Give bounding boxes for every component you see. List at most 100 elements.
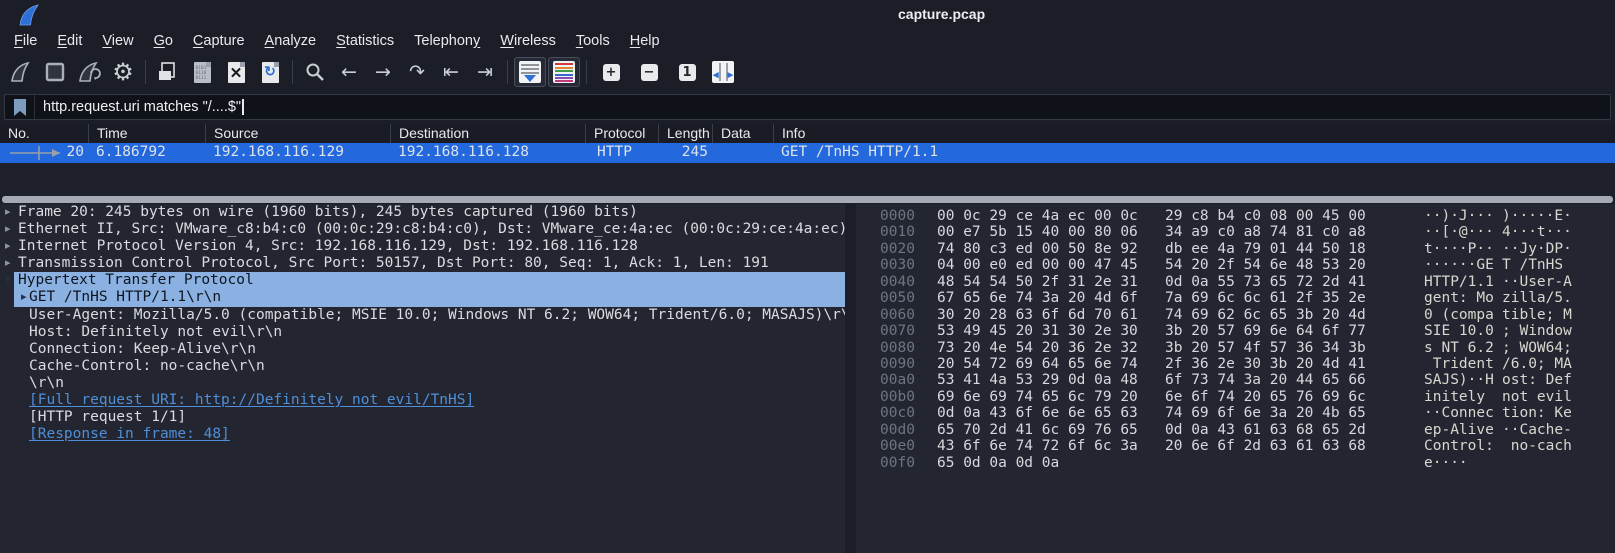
hex-row[interactable]: 00e043 6f 6e 74 72 6f 6c 3a20 6e 6f 2d 6… [856, 438, 1615, 454]
menu-edit[interactable]: Edit [47, 30, 92, 52]
hex-row[interactable]: 004048 54 54 50 2f 31 2e 310d 0a 55 73 6… [856, 274, 1615, 290]
col-header-data[interactable]: Data [712, 124, 773, 143]
expand-icon[interactable]: ▸ [5, 222, 11, 235]
detail-row[interactable]: ▸Transmission Control Protocol, Src Port… [0, 255, 845, 272]
go-last-packet-icon[interactable]: ⇥ [469, 57, 501, 87]
start-capture-icon[interactable] [5, 57, 37, 87]
zoom-out-icon[interactable]: − [633, 57, 665, 87]
menu-view[interactable]: View [92, 30, 143, 52]
save-file-icon[interactable]: 0101 0110 0111 [186, 57, 218, 87]
col-header-length[interactable]: Length [658, 124, 712, 143]
close-file-icon[interactable]: ✕ [220, 57, 252, 87]
hex-ascii: s NT 6.2 [1424, 340, 1494, 356]
detail-row[interactable]: ▸Internet Protocol Version 4, Src: 192.1… [0, 238, 845, 255]
collapse-icon[interactable]: ▾ [5, 273, 11, 286]
filter-bookmark-button[interactable] [5, 95, 35, 119]
go-to-packet-icon[interactable]: ↷ [401, 57, 433, 87]
detail-row[interactable]: Cache-Control: no-cache\r\n [0, 358, 845, 375]
hex-row[interactable]: 00a0 53 41 4a 53 29 0d 0a 48 6f 73 74 3a 2… [856, 372, 1615, 388]
hex-offset: 00f0 [880, 455, 915, 471]
hex-bytes: 00 e7 5b 15 40 00 80 06 [937, 224, 1138, 240]
hex-bytes: 6f 73 74 3a 20 44 65 66 [1165, 372, 1366, 388]
menu-tools[interactable]: Tools [566, 30, 620, 52]
expand-icon[interactable]: ▸ [5, 256, 11, 269]
resize-columns-icon[interactable]: ◂▸ [707, 57, 739, 87]
col-header-destination[interactable]: Destination [390, 124, 585, 143]
hex-row[interactable]: 006030 20 28 63 6f 6d 70 6174 69 62 6c 6… [856, 307, 1615, 323]
hex-row[interactable]: 00b069 6e 69 74 65 6c 79 206e 6f 74 20 6… [856, 389, 1615, 405]
menu-go[interactable]: Go [144, 30, 183, 52]
find-packet-icon[interactable] [299, 57, 331, 87]
detail-link[interactable]: [Full request URI: http://Definitely not… [29, 392, 474, 409]
bookmark-icon [13, 98, 27, 117]
hex-row[interactable]: 00d065 70 2d 41 6c 69 76 650d 0a 43 61 6… [856, 422, 1615, 438]
packet-row-selected[interactable]: 20 6.186792 192.168.116.129 192.168.116.… [0, 143, 1615, 163]
filter-text[interactable]: http.request.uri matches "/....$" [43, 99, 241, 115]
horizontal-scrollbar[interactable] [2, 196, 1613, 203]
menu-help[interactable]: Help [620, 30, 670, 52]
hex-row[interactable]: 009020 54 72 69 64 65 6e 742f 36 2e 30 3… [856, 356, 1615, 372]
reload-file-icon[interactable]: ↻ [254, 57, 286, 87]
menu-statistics[interactable]: Statistics [326, 30, 404, 52]
detail-row[interactable]: Connection: Keep-Alive\r\n [0, 341, 845, 358]
hex-offset: 0040 [880, 274, 915, 290]
expand-icon[interactable]: ▸ [5, 239, 11, 252]
detail-row[interactable]: ▸Ethernet II, Src: VMware_c8:b4:c0 (00:0… [0, 221, 845, 238]
hex-row[interactable]: 00c00d 0a 43 6f 6e 6e 65 6374 69 6f 6e 3… [856, 405, 1615, 421]
hex-row[interactable]: 000000 0c 29 ce 4a ec 00 0c29 c8 b4 c0 0… [856, 208, 1615, 224]
hex-row[interactable]: 003004 00 e0 ed 00 00 47 4554 20 2f 54 6… [856, 257, 1615, 273]
menu-analyze[interactable]: Analyze [255, 30, 327, 52]
packet-list[interactable]: 20 6.186792 192.168.116.129 192.168.116.… [0, 143, 1615, 196]
hex-row[interactable]: 002074 80 c3 ed 00 50 8e 92db ee 4a 79 0… [856, 241, 1615, 257]
hex-bytes: 6e 6f 74 20 65 76 69 6c [1165, 389, 1366, 405]
col-header-time[interactable]: Time [88, 124, 205, 143]
colorize-icon[interactable] [548, 57, 580, 87]
col-header-info[interactable]: Info [773, 124, 1615, 143]
detail-row[interactable]: ▸GET /TnHS HTTP/1.1\r\n [0, 289, 845, 306]
go-first-packet-icon[interactable]: ⇤ [435, 57, 467, 87]
hex-row[interactable]: 008073 20 4e 54 20 36 2e 323b 20 57 4f 5… [856, 340, 1615, 356]
detail-row[interactable]: User-Agent: Mozilla/5.0 (compatible; MSI… [0, 307, 845, 324]
auto-scroll-icon[interactable] [514, 57, 546, 87]
detail-row[interactable]: Host: Definitely not evil\r\n [0, 324, 845, 341]
detail-row[interactable]: ▸Frame 20: 245 bytes on wire (1960 bits)… [0, 204, 845, 221]
open-file-icon[interactable] [152, 57, 184, 87]
hex-offset: 0020 [880, 241, 915, 257]
hex-bytes: 53 41 4a 53 29 0d 0a 48 [937, 372, 1138, 388]
hex-row[interactable]: 007053 49 45 20 31 30 2e 303b 20 57 69 6… [856, 323, 1615, 339]
col-header-source[interactable]: Source [205, 124, 390, 143]
hex-ascii: tible; M [1502, 307, 1572, 323]
hex-row[interactable]: 001000 e7 5b 15 40 00 80 0634 a9 c0 a8 7… [856, 224, 1615, 240]
stop-capture-icon[interactable] [39, 57, 71, 87]
display-filter-input[interactable]: http.request.uri matches "/....$" [4, 94, 1611, 120]
cell-info: GET /TnHS HTTP/1.1 [781, 144, 938, 160]
detail-row[interactable]: [Response in frame: 48] [0, 426, 845, 443]
menu-capture[interactable]: Capture [183, 30, 255, 52]
expand-icon[interactable]: ▸ [5, 205, 11, 218]
packet-detail-pane[interactable]: ▸Frame 20: 245 bytes on wire (1960 bits)… [0, 204, 845, 553]
detail-row[interactable]: [HTTP request 1/1] [0, 409, 845, 426]
capture-options-icon[interactable]: ⚙ [107, 57, 139, 87]
hex-row[interactable]: 005067 65 6e 74 3a 20 4d 6f7a 69 6c 6c 6… [856, 290, 1615, 306]
detail-link[interactable]: [Response in frame: 48] [29, 426, 230, 443]
col-header-protocol[interactable]: Protocol [585, 124, 658, 143]
menu-telephony[interactable]: Telephony [404, 30, 490, 52]
col-header-no[interactable]: No. [0, 124, 88, 143]
expand-icon[interactable]: ▸ [21, 290, 27, 303]
packet-bytes-pane[interactable]: 000000 0c 29 ce 4a ec 00 0c29 c8 b4 c0 0… [856, 204, 1615, 553]
hex-ascii: /6.0; MA [1502, 356, 1572, 372]
detail-row[interactable]: [Full request URI: http://Definitely not… [0, 392, 845, 409]
menu-file[interactable]: File [4, 30, 47, 52]
zoom-original-icon[interactable]: 1 [671, 57, 703, 87]
hex-bytes: 20 54 72 69 64 65 6e 74 [937, 356, 1138, 372]
zoom-in-icon[interactable]: + [595, 57, 627, 87]
go-forward-icon[interactable]: → [367, 57, 399, 87]
hex-ascii: ······GE [1424, 257, 1494, 273]
hex-row[interactable]: 00f065 0d 0a 0d 0ae···· [856, 455, 1615, 471]
hex-offset: 00a0 [880, 372, 915, 388]
detail-row[interactable]: \r\n [0, 375, 845, 392]
go-back-icon[interactable]: ← [333, 57, 365, 87]
menu-wireless[interactable]: Wireless [490, 30, 566, 52]
detail-row[interactable]: ▾Hypertext Transfer Protocol [0, 272, 845, 289]
restart-capture-icon[interactable] [73, 57, 105, 87]
